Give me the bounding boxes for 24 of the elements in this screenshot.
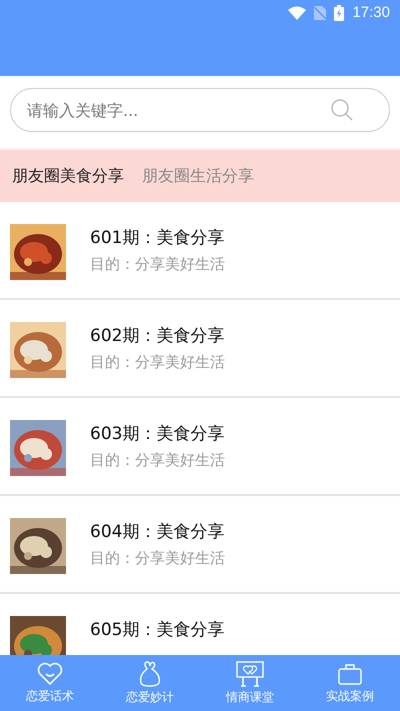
no-sim-icon [314, 6, 326, 20]
search-icon[interactable] [330, 98, 354, 122]
search-field[interactable]: 请输入关键字... [10, 88, 390, 132]
signboard-icon [236, 660, 264, 686]
list-item[interactable]: 601期：美食分享 目的：分享美好生活 [0, 202, 400, 300]
bag-icon [137, 660, 163, 686]
list-item[interactable]: 602期：美食分享 目的：分享美好生活 [0, 300, 400, 398]
item-subtitle: 目的：分享美好生活 [90, 353, 225, 372]
battery-charging-icon [334, 4, 344, 20]
item-subtitle: 目的：分享美好生活 [90, 549, 225, 568]
list-item[interactable]: 604期：美食分享 目的：分享美好生活 [0, 496, 400, 594]
wifi-icon [288, 6, 306, 20]
briefcase-icon [337, 662, 363, 686]
item-title: 603期：美食分享 [90, 423, 225, 445]
item-title: 605期：美食分享 [90, 619, 224, 641]
item-subtitle: 目的：分享美好生活 [90, 255, 225, 274]
item-title: 604期：美食分享 [90, 521, 225, 543]
status-time: 17:30 [352, 4, 390, 21]
item-title: 601期：美食分享 [90, 227, 225, 249]
item-title: 602期：美食分享 [90, 325, 225, 347]
tab[interactable]: 朋友圈美食分享 [4, 162, 132, 190]
list-item[interactable]: 603期：美食分享 目的：分享美好生活 [0, 398, 400, 496]
heart-icon [37, 662, 63, 686]
item-subtitle: 目的：分享美好生活 [90, 451, 225, 470]
